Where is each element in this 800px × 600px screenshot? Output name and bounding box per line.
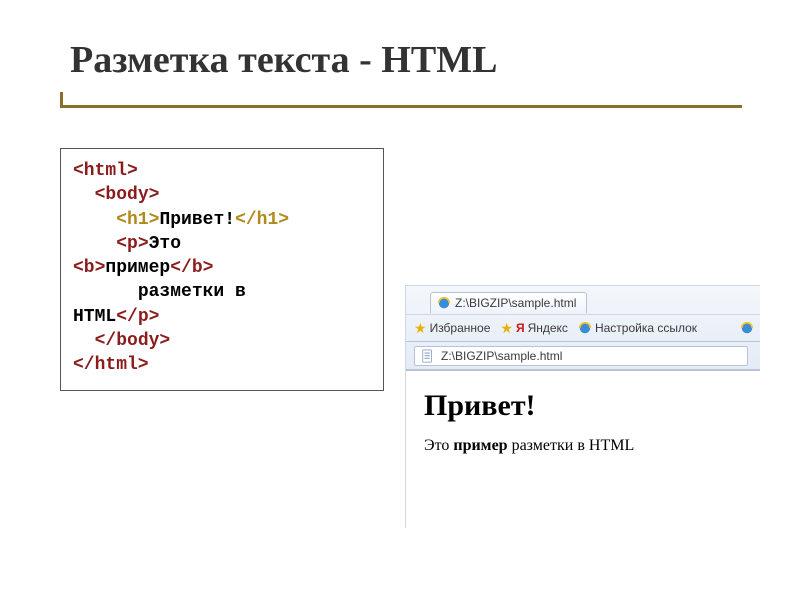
code-h1-open: <h1> (116, 210, 159, 230)
browser-tab-label: Z:\BIGZIP\sample.html (455, 296, 576, 310)
code-p-text-2: разметки в (138, 282, 246, 302)
links-setup-label: Настройка ссылок (595, 321, 697, 335)
code-h1-close: </h1> (235, 210, 289, 230)
code-p-close: </p> (116, 307, 159, 327)
yandex-link[interactable]: ★ Я Яндекс (500, 321, 568, 335)
star-icon: ★ (500, 321, 513, 335)
code-h1-text: Привет! (159, 210, 235, 230)
rendered-p-bold: пример (453, 437, 507, 454)
links-setup-link[interactable]: Настройка ссылок (578, 321, 697, 335)
yandex-icon: Я (516, 321, 525, 335)
browser-preview: Z:\BIGZIP\sample.html ★ Избранное ★ Я Ян… (405, 285, 760, 528)
ie-icon (578, 321, 592, 335)
browser-chrome: Z:\BIGZIP\sample.html ★ Избранное ★ Я Ян… (406, 286, 760, 371)
code-p-open: <p> (116, 234, 148, 254)
ie-icon (740, 321, 754, 335)
code-html-open: <html> (73, 161, 138, 181)
browser-tab-row: Z:\BIGZIP\sample.html (406, 286, 760, 314)
slide-title-block: Разметка текста - HTML (70, 38, 710, 82)
ie-menu-button[interactable] (740, 321, 754, 335)
code-b-text: пример (105, 258, 170, 278)
code-html-close: </html> (73, 355, 149, 375)
star-icon: ★ (414, 321, 427, 335)
code-b-open: <b> (73, 258, 105, 278)
code-body-close: </body> (95, 331, 171, 351)
rendered-p-before: Это (424, 437, 453, 454)
ie-icon (437, 296, 451, 310)
rendered-paragraph: Это пример разметки в HTML (424, 437, 742, 455)
slide: Разметка текста - HTML <html> <body> <h1… (0, 0, 800, 600)
address-text: Z:\BIGZIP\sample.html (441, 349, 562, 363)
slide-title: Разметка текста - HTML (70, 39, 497, 81)
rendered-p-after: разметки в HTML (508, 437, 635, 454)
favorites-button[interactable]: ★ Избранное (414, 321, 490, 335)
browser-address-row: Z:\BIGZIP\sample.html (406, 342, 760, 370)
yandex-label: Яндекс (528, 321, 568, 335)
code-box: <html> <body> <h1>Привет!</h1> <p>Это <b… (60, 148, 384, 391)
page-icon (421, 349, 435, 363)
code-body-open: <body> (95, 185, 160, 205)
favorites-label: Избранное (430, 321, 491, 335)
rendered-heading: Привет! (424, 389, 742, 423)
browser-tab[interactable]: Z:\BIGZIP\sample.html (430, 292, 587, 313)
code-p-text-3: HTML (73, 307, 116, 327)
code-b-close: </b> (170, 258, 213, 278)
rendered-page: Привет! Это пример разметки в HTML (406, 371, 760, 465)
address-bar[interactable]: Z:\BIGZIP\sample.html (414, 346, 748, 366)
browser-favorites-row: ★ Избранное ★ Я Яндекс Настройка ссылок (406, 314, 760, 342)
title-underline (60, 105, 742, 108)
code-p-text-1: Это (149, 234, 181, 254)
